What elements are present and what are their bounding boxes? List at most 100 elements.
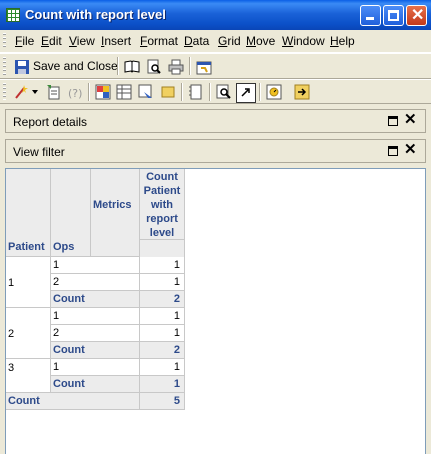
dropdown-arrow-icon — [32, 90, 38, 94]
report-details-panel[interactable]: Report details ✕ — [5, 109, 426, 133]
toolbar-standard: Save and Close — [0, 53, 431, 79]
metric-value[interactable]: 1 — [140, 325, 185, 342]
export-icon — [294, 84, 310, 100]
wizard-button[interactable] — [12, 84, 30, 101]
menu-edit[interactable]: Edit — [41, 34, 62, 48]
view-filter-panel[interactable]: View filter ✕ — [5, 139, 426, 163]
menu-help[interactable]: Help — [330, 34, 355, 48]
metric-header-line: with — [151, 199, 173, 211]
help-icon: (?) — [68, 87, 82, 100]
panel-maximize-icon[interactable] — [388, 116, 398, 126]
report-objects-button[interactable] — [265, 84, 283, 101]
grid-graph-icon — [116, 84, 132, 100]
toolbar-grip[interactable] — [3, 57, 6, 75]
ops-cell[interactable]: 1 — [51, 257, 140, 274]
grid-app-icon[interactable] — [6, 8, 20, 22]
notebook-button[interactable] — [187, 84, 205, 101]
notebook-icon — [189, 84, 202, 100]
menu-format[interactable]: Format — [140, 34, 178, 48]
save-icon — [15, 60, 29, 74]
toolbar-separator — [117, 57, 119, 75]
report-details-title: Report details — [13, 115, 88, 129]
wizard-dropdown[interactable] — [32, 84, 40, 101]
book-icon — [124, 60, 140, 73]
subtotal-value[interactable]: 2 — [140, 291, 185, 308]
close-icon: ✕ — [411, 7, 425, 24]
filter-button[interactable] — [159, 84, 177, 101]
report-grid: Patient Ops Metrics Count Patient with r… — [5, 168, 426, 454]
page-icon — [47, 85, 60, 100]
metric-value[interactable]: 1 — [140, 359, 185, 376]
metric-value[interactable]: 1 — [140, 308, 185, 325]
design-mode-icon — [138, 84, 152, 98]
metric-header-line: Count — [146, 171, 178, 183]
minimize-icon — [366, 17, 374, 20]
toolbar-grip[interactable] — [3, 83, 6, 100]
cursor-button[interactable] — [236, 83, 256, 103]
book-button[interactable] — [123, 58, 141, 75]
grid-mode-button[interactable] — [94, 84, 112, 101]
header-ops[interactable]: Ops — [51, 169, 91, 257]
properties-button[interactable] — [195, 58, 213, 75]
header-metrics[interactable]: Metrics — [91, 169, 140, 257]
save-and-close-button[interactable]: Save and Close — [13, 58, 118, 75]
design-mode-button[interactable] — [137, 84, 155, 101]
header-patient[interactable]: Patient — [6, 169, 51, 257]
filter-icon — [161, 86, 175, 98]
menu-move[interactable]: Move — [246, 34, 275, 48]
save-and-close-label: Save and Close — [33, 59, 118, 73]
patient-cell[interactable]: 2 — [6, 308, 51, 359]
subtotal-label[interactable]: Count — [51, 376, 140, 393]
menu-file[interactable]: File — [15, 34, 34, 48]
cursor-icon — [241, 88, 250, 97]
toolbar-separator — [259, 83, 261, 101]
header-blank — [140, 239, 185, 257]
menu-data[interactable]: Data — [184, 34, 209, 48]
ops-cell[interactable]: 1 — [51, 308, 140, 325]
menu-bar: File Edit View Insert Format Data Grid M… — [0, 30, 431, 53]
grand-total-label[interactable]: Count — [6, 393, 140, 410]
ops-cell[interactable]: 2 — [51, 274, 140, 291]
export-button[interactable] — [293, 84, 311, 101]
find-button[interactable] — [215, 84, 233, 101]
patient-cell[interactable]: 1 — [6, 257, 51, 308]
properties-icon — [196, 61, 212, 75]
menu-window[interactable]: Window — [282, 34, 325, 48]
toolbar-report: (?) — [0, 79, 431, 104]
ops-cell[interactable]: 1 — [51, 359, 140, 376]
grand-total-value[interactable]: 5 — [140, 393, 185, 410]
ops-cell[interactable]: 2 — [51, 325, 140, 342]
toolbar-separator — [181, 83, 183, 101]
menu-insert[interactable]: Insert — [101, 34, 131, 48]
subtotal-value[interactable]: 1 — [140, 376, 185, 393]
menu-grip[interactable] — [3, 33, 6, 49]
toolbar-separator — [189, 57, 191, 75]
view-filter-title: View filter — [13, 145, 65, 159]
toolbar-separator — [209, 83, 211, 101]
maximize-button[interactable] — [383, 5, 404, 26]
panel-close-icon[interactable]: ✕ — [404, 142, 417, 158]
metric-value[interactable]: 1 — [140, 257, 185, 274]
metric-header-line: Patient — [143, 185, 181, 197]
metric-header-line: report — [146, 213, 178, 225]
close-button[interactable]: ✕ — [406, 5, 427, 26]
panel-close-icon[interactable]: ✕ — [404, 112, 417, 128]
subtotal-value[interactable]: 2 — [140, 342, 185, 359]
subtotal-label[interactable]: Count — [51, 342, 140, 359]
patient-cell[interactable]: 3 — [6, 359, 51, 393]
menu-grid[interactable]: Grid — [218, 34, 241, 48]
title-bar[interactable]: Count with report level ✕ — [0, 0, 431, 30]
report-objects-icon — [266, 84, 282, 100]
maximize-icon — [388, 10, 399, 21]
find-icon — [216, 84, 231, 99]
minimize-button[interactable] — [360, 5, 381, 26]
print-button[interactable] — [167, 58, 185, 75]
grid-graph-button[interactable] — [115, 84, 133, 101]
page-button[interactable] — [44, 84, 62, 101]
menu-view[interactable]: View — [69, 34, 95, 48]
panel-maximize-icon[interactable] — [388, 146, 398, 156]
help-button[interactable]: (?) — [66, 84, 84, 101]
subtotal-label[interactable]: Count — [51, 291, 140, 308]
metric-value[interactable]: 1 — [140, 274, 185, 291]
print-preview-button[interactable] — [145, 58, 163, 75]
